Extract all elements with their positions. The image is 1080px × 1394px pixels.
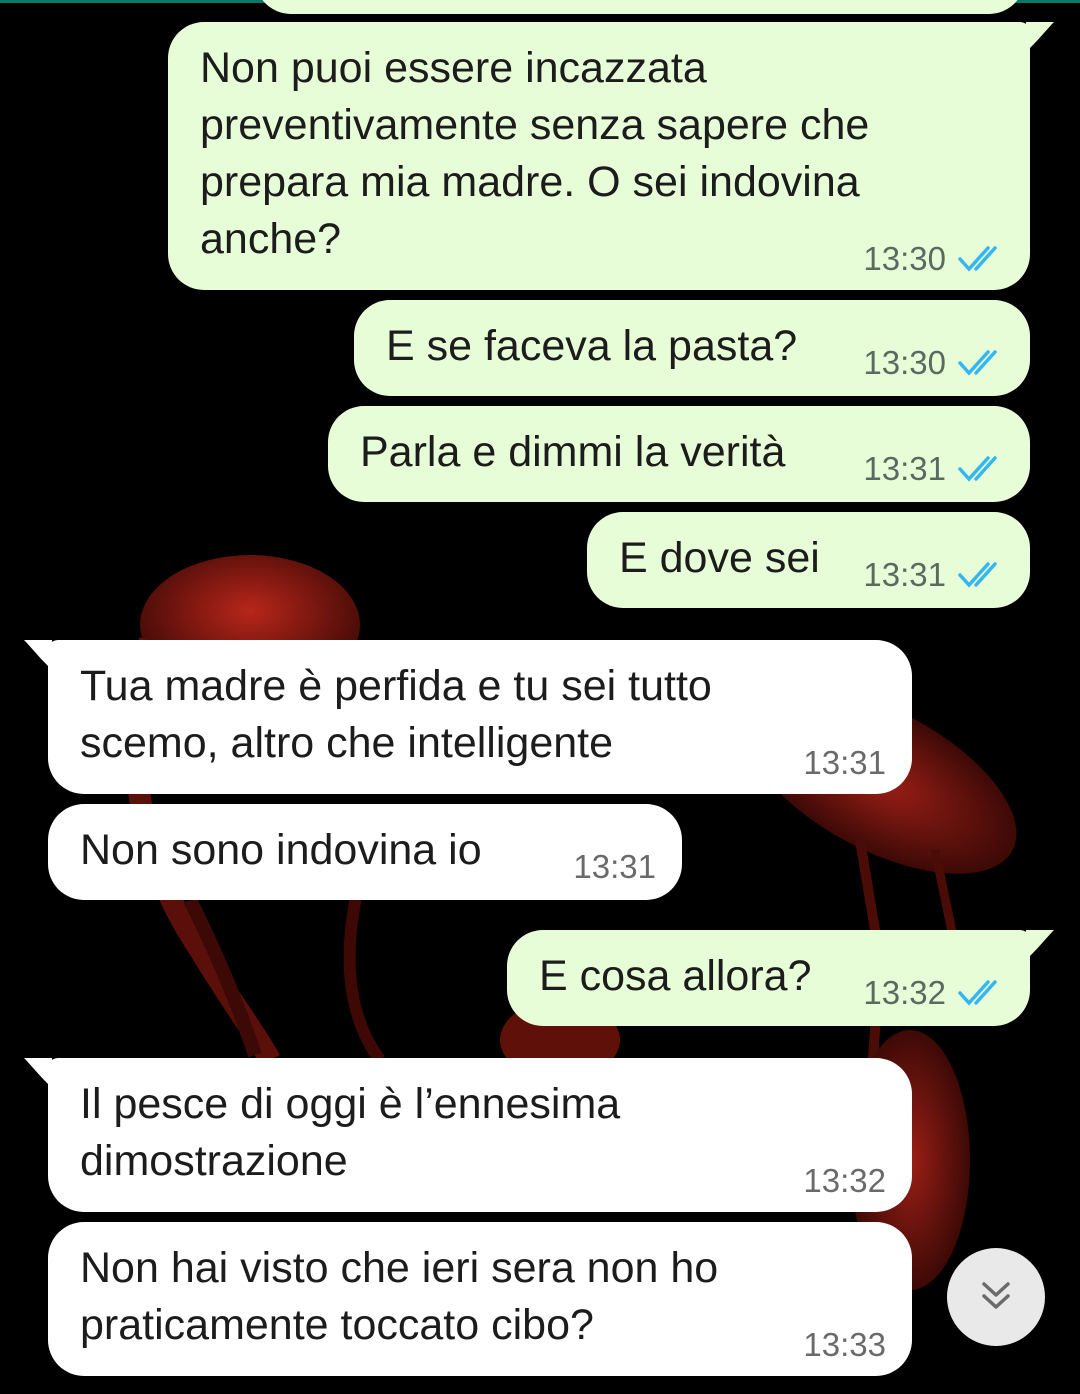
bubble-tail: [1026, 22, 1054, 50]
double-check-icon: [958, 245, 1004, 273]
double-check-icon: [958, 561, 1004, 589]
message-text: anche?: [200, 215, 342, 263]
outgoing-message-bubble[interactable]: Parla e dimmi la verità 13:31: [328, 406, 1030, 502]
message-time: 13:31: [863, 450, 946, 487]
scroll-to-bottom-button[interactable]: [947, 1248, 1045, 1346]
message-text: praticamente toccato cibo?: [80, 1301, 594, 1349]
incoming-message-bubble[interactable]: Non sono indovina io 13:31: [48, 804, 682, 900]
double-check-icon: [958, 455, 1004, 483]
message-time: 13:33: [803, 1326, 886, 1363]
message-meta: 13:30: [863, 344, 1004, 382]
message-meta: 13:31: [573, 848, 656, 886]
double-check-icon: [958, 979, 1004, 1007]
outgoing-message-bubble[interactable]: E cosa allora? 13:32: [507, 930, 1054, 1026]
message-meta: 13:31: [863, 556, 1004, 594]
message-text: dimostrazione: [80, 1137, 348, 1185]
bubble-tail: [24, 640, 52, 668]
incoming-message-bubble[interactable]: Il pesce di oggi è l’ennesima dimostrazi…: [24, 1058, 912, 1212]
message-text: Il pesce di oggi è l’ennesima: [80, 1080, 621, 1128]
message-text: prepara mia madre. O sei indovina: [200, 158, 860, 206]
message-meta: 13:30: [863, 240, 1004, 278]
bubble-tail: [24, 1058, 52, 1086]
incoming-message-bubble[interactable]: Non hai visto che ieri sera non ho prati…: [48, 1222, 912, 1376]
double-check-icon: [958, 349, 1004, 377]
bubble-tail: [1026, 930, 1054, 958]
message-time: 13:31: [573, 848, 656, 885]
message-time: 13:32: [803, 1162, 886, 1199]
previous-message-bubble[interactable]: [255, 0, 1025, 14]
message-text: preventivamente senza sapere che: [200, 101, 870, 149]
message-time: 13:31: [803, 744, 886, 781]
message-text: Parla e dimmi la verità: [360, 428, 786, 476]
outgoing-message-bubble[interactable]: E se faceva la pasta? 13:30: [354, 300, 1030, 396]
chevron-double-down-icon: [976, 1276, 1016, 1319]
message-text: E se faceva la pasta?: [386, 322, 798, 370]
message-text: E cosa allora?: [539, 952, 812, 1000]
message-text: scemo, altro che intelligente: [80, 719, 614, 767]
message-text: Tua madre è perfida e tu sei tutto: [80, 662, 712, 710]
message-time: 13:32: [863, 974, 946, 1011]
message-meta: 13:32: [803, 1162, 886, 1200]
outgoing-message-bubble[interactable]: E dove sei 13:31: [587, 512, 1030, 608]
message-meta: 13:31: [863, 450, 1004, 488]
message-meta: 13:33: [803, 1326, 886, 1364]
message-time: 13:31: [863, 556, 946, 593]
message-text: E dove sei: [619, 534, 820, 582]
message-text: Non hai visto che ieri sera non ho: [80, 1244, 719, 1292]
message-meta: 13:31: [803, 744, 886, 782]
incoming-message-bubble[interactable]: Tua madre è perfida e tu sei tutto scemo…: [24, 640, 912, 794]
message-time: 13:30: [863, 240, 946, 277]
message-meta: 13:32: [863, 974, 1004, 1012]
message-text: Non sono indovina io: [80, 826, 482, 874]
outgoing-message-bubble[interactable]: Non puoi essere incazzata preventivament…: [168, 22, 1054, 290]
message-time: 13:30: [863, 344, 946, 381]
message-text: Non puoi essere incazzata: [200, 44, 707, 92]
